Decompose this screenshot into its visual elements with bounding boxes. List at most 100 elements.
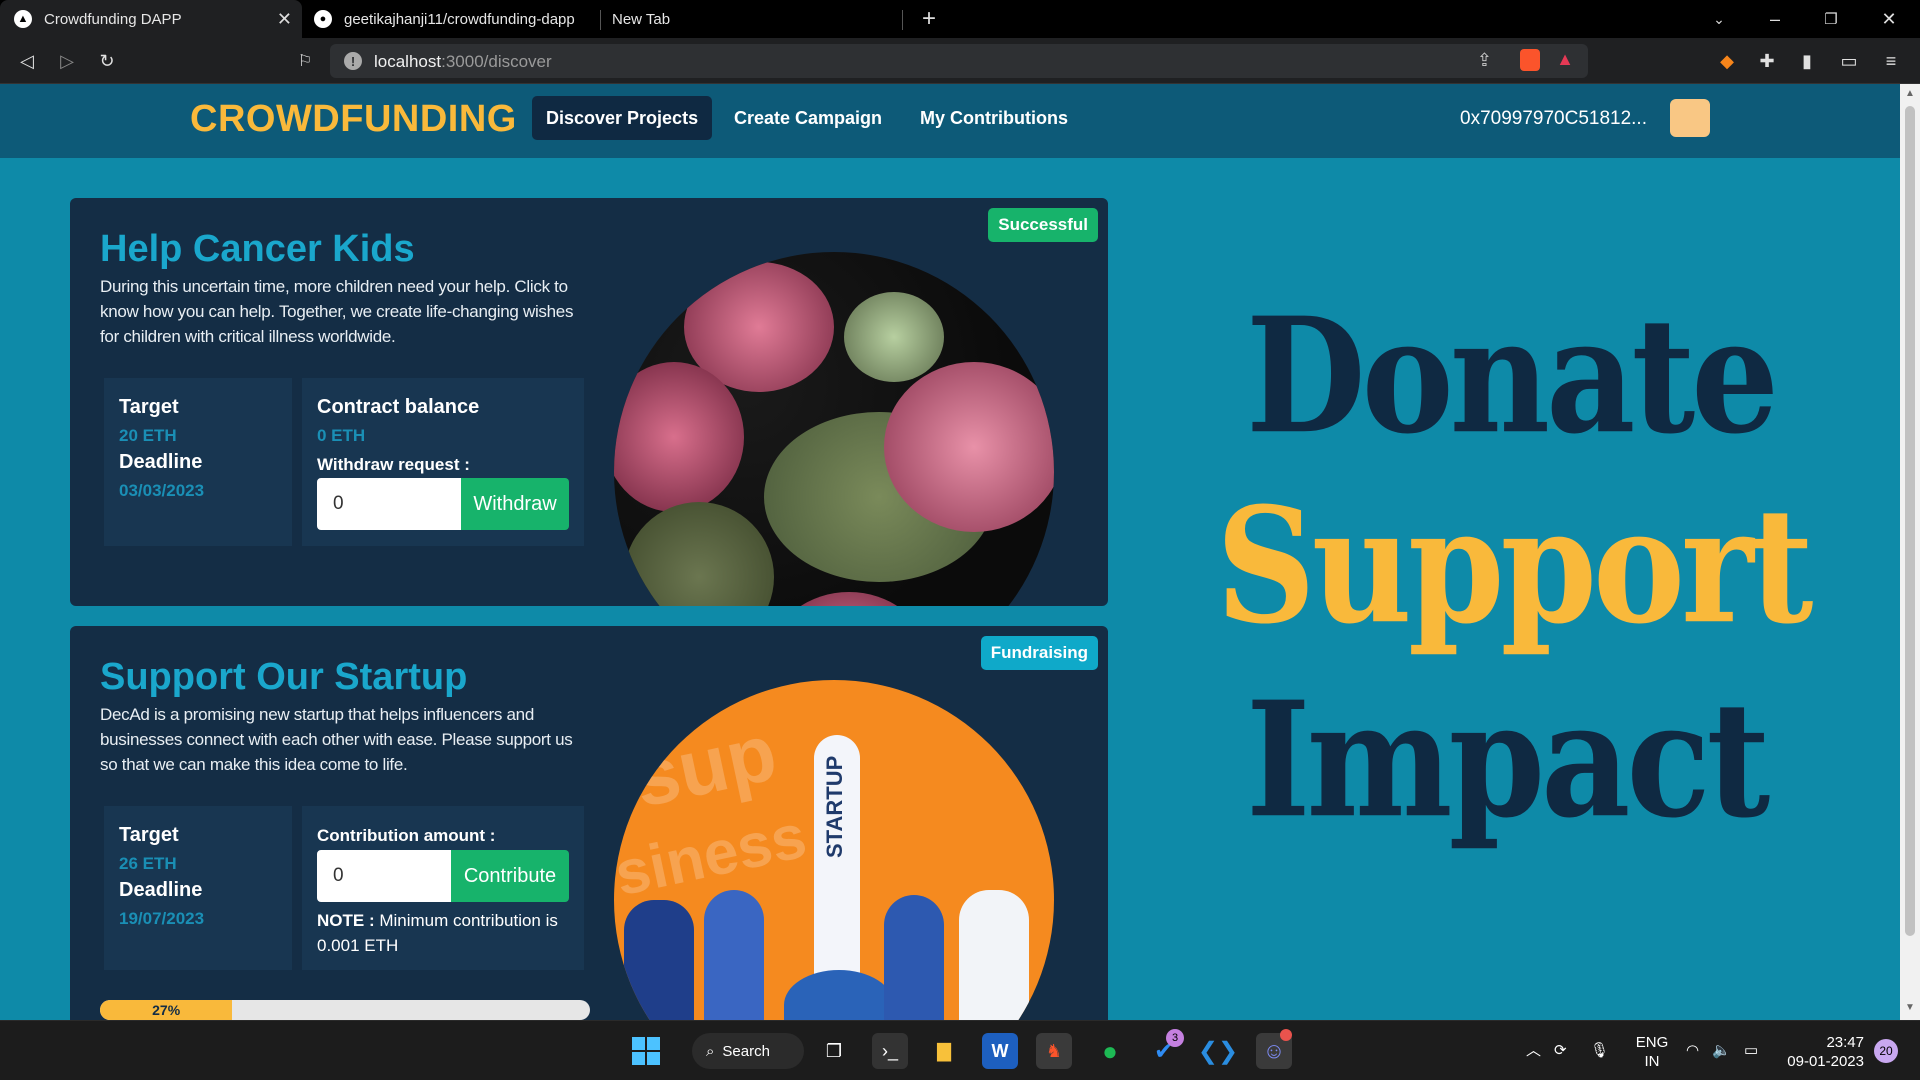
tab-title: New Tab (612, 10, 671, 28)
word-icon[interactable]: W (982, 1033, 1018, 1069)
scroll-down-icon[interactable]: ▼ (1905, 1002, 1915, 1013)
brave-rewards-icon[interactable]: ▲ (1556, 49, 1574, 70)
close-icon[interactable]: ✕ (277, 9, 292, 30)
deadline-value: 03/03/2023 (119, 481, 205, 500)
bookmark-icon[interactable]: ⚐ (290, 46, 320, 76)
battery-icon[interactable]: ▭ (1744, 1041, 1758, 1060)
nav-create-campaign[interactable]: Create Campaign (720, 96, 896, 140)
start-windows-icon[interactable] (628, 1033, 664, 1069)
hero-word-donate: Donate (1246, 281, 1779, 470)
brand-logo[interactable]: CROWDFUNDING (190, 98, 517, 141)
tab-crowdfunding-dapp[interactable]: ▲ Crowdfunding DAPP ✕ (0, 0, 302, 38)
nav-discover-projects[interactable]: Discover Projects (532, 96, 713, 140)
deadline-label: Deadline (119, 451, 203, 473)
close-window-icon[interactable]: ✕ (1866, 0, 1912, 38)
contract-balance-label: Contract balance (317, 396, 480, 418)
task-view-icon[interactable]: ❐ (816, 1033, 852, 1069)
withdraw-button[interactable]: Withdraw (461, 478, 569, 530)
search-icon: ⌕ (706, 1042, 715, 1060)
brave-browser-icon[interactable]: ♞ (1036, 1033, 1072, 1069)
menu-icon[interactable]: ≡ (1876, 46, 1906, 76)
funding-progress-bar: 27% (100, 1000, 590, 1020)
terminal-icon[interactable]: ›_ (872, 1033, 908, 1069)
tab-title: Crowdfunding DAPP (44, 10, 182, 28)
taskbar-search[interactable]: ⌕ Search (692, 1033, 804, 1069)
hero-word-support: Support (1216, 471, 1813, 660)
contribute-button[interactable]: Contribute (451, 850, 569, 902)
chevron-up-icon[interactable]: ︿ (1526, 1041, 1541, 1060)
avatar[interactable] (1670, 99, 1710, 137)
status-badge: Successful (988, 208, 1098, 242)
github-icon: ● (314, 10, 332, 28)
deadline-label: Deadline (119, 879, 203, 901)
restore-icon[interactable]: ❐ (1808, 0, 1854, 38)
address-bar[interactable]: ! localhost:3000/discover ⇪ ▲ (330, 44, 1588, 78)
wifi-icon[interactable]: ◠ (1686, 1041, 1699, 1060)
minimum-contribution-note: NOTE : Minimum contribution is 0.001 ETH (317, 911, 558, 955)
tab-divider (902, 10, 903, 30)
project-description: DecAd is a promising new startup that he… (100, 705, 573, 774)
target-value: 26 ETH (119, 854, 177, 873)
todo-badge: 3 (1166, 1029, 1184, 1047)
tab-new-tab[interactable]: New Tab (602, 0, 902, 38)
brave-shields-icon[interactable] (1520, 49, 1540, 71)
forward-icon[interactable]: ▷ (52, 46, 82, 76)
new-tab-plus-icon[interactable]: + (906, 0, 952, 38)
scroll-up-icon[interactable]: ▲ (1905, 88, 1915, 99)
sidebar-icon[interactable]: ▮ (1792, 46, 1822, 76)
wallet-icon[interactable]: ▭ (1834, 46, 1864, 76)
search-label: Search (722, 1042, 770, 1060)
project-card-cancer-kids: Successful Help Cancer Kids During this … (70, 198, 1108, 606)
file-explorer-icon[interactable]: ▇ (926, 1033, 962, 1069)
project-description: During this uncertain time, more childre… (100, 277, 574, 346)
wallet-address[interactable]: 0x70997970C51812... (1460, 108, 1647, 130)
page-content: CROWDFUNDING Discover Projects Create Ca… (0, 84, 1900, 1020)
spotify-icon[interactable]: ● (1092, 1033, 1128, 1069)
contribution-amount-label: Contribution amount : (317, 826, 496, 845)
deadline-value: 19/07/2023 (119, 909, 205, 928)
nav-my-contributions[interactable]: My Contributions (906, 96, 1082, 140)
sync-icon[interactable]: ⟳ (1554, 1041, 1567, 1060)
contract-balance-value: 0 ETH (317, 426, 366, 445)
withdraw-amount-input[interactable]: 0 (317, 478, 461, 530)
clock[interactable]: 23:47 09-01-2023 (1778, 1033, 1864, 1071)
target-deadline-box: Target 20 ETH Deadline 03/03/2023 (104, 378, 292, 546)
metamask-icon[interactable]: ◆ (1712, 46, 1742, 76)
page-scrollbar[interactable]: ▲ ▼ (1900, 84, 1920, 1020)
triangle-logo-icon: ▲ (14, 10, 32, 28)
minimize-icon[interactable]: – (1752, 0, 1798, 38)
vscode-icon[interactable]: ❮❯ (1198, 1033, 1238, 1069)
tab-github[interactable]: ● geetikajhanji11/crowdfunding-dapp (302, 0, 602, 38)
app-navbar: CROWDFUNDING Discover Projects Create Ca… (0, 84, 1900, 158)
startup-rocket-image: sup siness STARTUP (614, 680, 1054, 1020)
notification-count-badge[interactable]: 20 (1874, 1039, 1898, 1063)
target-label: Target (119, 824, 179, 846)
reload-icon[interactable]: ↻ (92, 46, 122, 76)
scrollbar-thumb[interactable] (1905, 106, 1915, 936)
chevron-down-icon[interactable]: ⌄ (1696, 0, 1742, 38)
browser-tab-strip: ▲ Crowdfunding DAPP ✕ ● geetikajhanji11/… (0, 0, 1920, 38)
back-icon[interactable]: ◁ (12, 46, 42, 76)
volume-icon[interactable]: 🔈 (1712, 1041, 1731, 1060)
project-card-startup: sup siness STARTUP Fundraising Support O… (70, 626, 1108, 1020)
share-icon[interactable]: ⇪ (1477, 50, 1492, 71)
withdraw-request-label: Withdraw request : (317, 455, 470, 474)
project-title[interactable]: Help Cancer Kids (100, 228, 415, 271)
status-badge: Fundraising (980, 636, 1098, 670)
tab-divider (600, 10, 601, 30)
cancer-cells-image (614, 252, 1054, 606)
site-info-icon[interactable]: ! (344, 52, 362, 70)
rocket-startup-text: STARTUP (822, 755, 847, 858)
funding-progress-fill: 27% (100, 1000, 233, 1020)
contribution-amount-input[interactable]: 0 (317, 850, 451, 902)
discord-notification-dot (1280, 1029, 1292, 1041)
hero-word-impact: Impact (1246, 665, 1770, 854)
project-title[interactable]: Support Our Startup (100, 656, 467, 699)
balance-withdraw-box: Contract balance 0 ETH Withdraw request … (302, 378, 584, 546)
microphone-icon[interactable]: 🎙 (1590, 1041, 1609, 1060)
url-text[interactable]: localhost:3000/discover (374, 52, 552, 72)
target-deadline-box: Target 26 ETH Deadline 19/07/2023 (104, 806, 292, 970)
windows-taskbar: ⌕ Search ❐ ›_ ▇ W ♞ ● ✔ 3 ❮❯ ☺ ︿ ⟳ 🎙 ENG… (0, 1020, 1920, 1080)
language-indicator[interactable]: ENG IN (1632, 1033, 1672, 1071)
extensions-puzzle-icon[interactable]: ✚ (1752, 46, 1782, 76)
